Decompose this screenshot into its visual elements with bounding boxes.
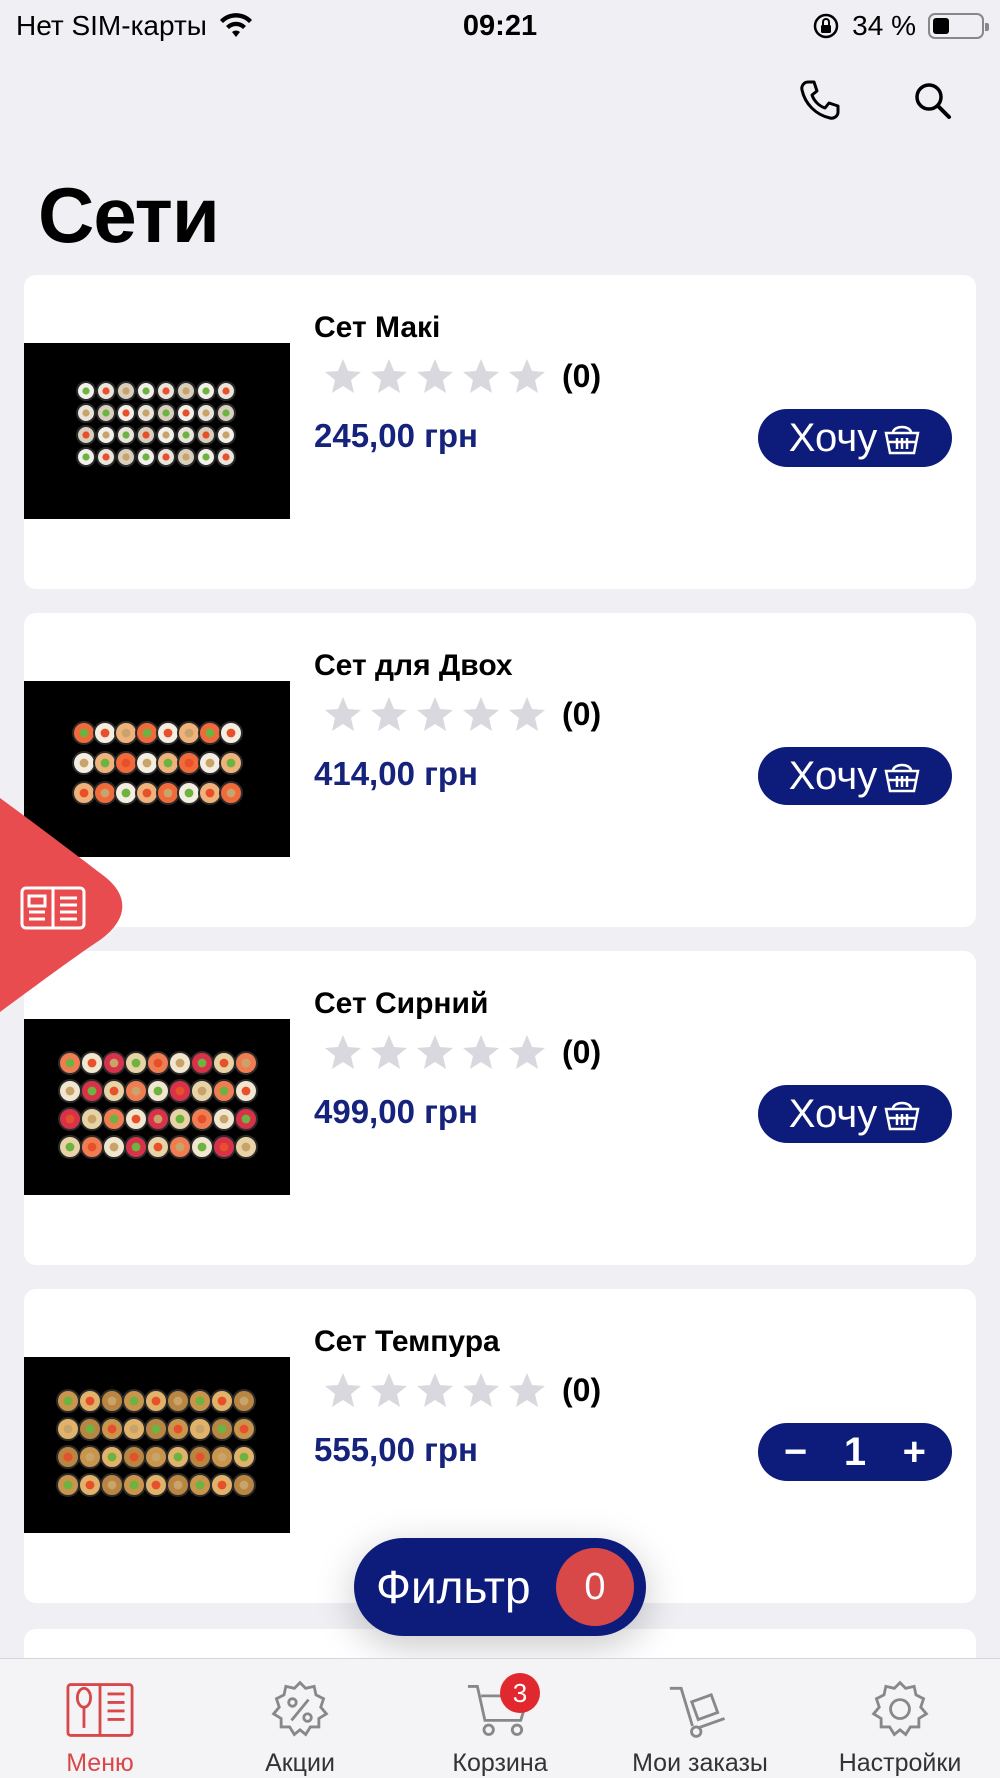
- tab-label: Акции: [265, 1749, 335, 1777]
- star-icon: [509, 359, 545, 393]
- rating[interactable]: (0): [324, 695, 601, 733]
- tab-promotions[interactable]: Акции: [200, 1659, 400, 1778]
- rating[interactable]: (0): [324, 1033, 601, 1071]
- product-image: [24, 1019, 290, 1195]
- quantity-stepper[interactable]: − 1 +: [758, 1423, 952, 1481]
- product-card[interactable]: Сет для Двох (0) 414,00 грн Хочу: [24, 613, 976, 927]
- side-menu-tab[interactable]: [0, 790, 126, 1020]
- basket-icon: [884, 425, 920, 455]
- wifi-icon: [219, 13, 252, 37]
- product-price: 499,00 грн: [314, 1093, 478, 1130]
- star-icon: [325, 1373, 361, 1407]
- star-icon: [509, 1035, 545, 1069]
- tab-settings[interactable]: Настройки: [800, 1659, 1000, 1778]
- tab-label: Мои заказы: [632, 1749, 768, 1777]
- star-icon: [371, 1373, 407, 1407]
- star-icon: [463, 359, 499, 393]
- rating-stars: [324, 1033, 546, 1071]
- menu-book-icon: [66, 1683, 134, 1737]
- star-icon: [417, 697, 453, 731]
- delivery-cart-icon: [669, 1686, 725, 1738]
- rating-count: (0): [562, 1033, 602, 1070]
- filter-button[interactable]: Фильтр 0: [354, 1538, 646, 1636]
- rating-count: (0): [562, 357, 602, 394]
- tab-cart[interactable]: 3 Корзина: [400, 1659, 600, 1778]
- battery-icon: [928, 13, 989, 39]
- rating[interactable]: (0): [324, 1371, 601, 1409]
- rating-stars: [324, 357, 546, 395]
- want-button-label: Хочу: [788, 753, 878, 798]
- star-icon: [371, 697, 407, 731]
- tab-label: Корзина: [452, 1749, 548, 1777]
- search-icon: [915, 83, 951, 119]
- want-button-label: Хочу: [788, 1091, 878, 1136]
- want-button[interactable]: Хочу: [758, 409, 952, 467]
- battery-percent: 34 %: [852, 10, 916, 41]
- star-icon: [463, 1035, 499, 1069]
- filter-count-badge: 0: [556, 1548, 634, 1626]
- want-button[interactable]: Хочу: [758, 747, 952, 805]
- tab-label: Меню: [66, 1749, 134, 1777]
- star-icon: [371, 359, 407, 393]
- quantity-value: 1: [843, 1429, 867, 1474]
- tab-menu[interactable]: Меню: [0, 1659, 200, 1778]
- tab-my-orders[interactable]: Мои заказы: [600, 1659, 800, 1778]
- product-name: Сет для Двох: [314, 649, 513, 682]
- star-icon: [417, 1373, 453, 1407]
- rating[interactable]: (0): [324, 357, 601, 395]
- rating-stars: [324, 1371, 546, 1409]
- discount-gear-icon: [271, 1680, 329, 1737]
- basket-icon: [884, 1101, 920, 1131]
- product-price: 245,00 грн: [314, 417, 478, 454]
- product-image: [24, 343, 290, 519]
- product-price: 555,00 грн: [314, 1431, 478, 1468]
- product-price: 414,00 грн: [314, 755, 478, 792]
- product-name: Сет Темпура: [314, 1325, 500, 1358]
- phone-icon: [800, 80, 840, 120]
- basket-icon: [884, 763, 920, 793]
- product-name: Сет Макі: [314, 311, 441, 344]
- phone-button[interactable]: [792, 72, 848, 128]
- search-button[interactable]: [904, 72, 960, 128]
- star-icon: [371, 1035, 407, 1069]
- filter-label: Фильтр: [376, 1561, 531, 1613]
- rating-count: (0): [562, 1371, 602, 1408]
- star-icon: [463, 697, 499, 731]
- side-tab-shape: [0, 798, 123, 1012]
- page-title: Сети: [38, 171, 220, 259]
- rating-stars: [324, 695, 546, 733]
- increment-button[interactable]: +: [903, 1430, 926, 1475]
- decrement-button[interactable]: −: [784, 1430, 807, 1475]
- status-bar: Нет SIM-карты 09:21 34 %: [0, 0, 1000, 52]
- star-icon: [417, 1035, 453, 1069]
- cart-badge: 3: [500, 1673, 540, 1713]
- star-icon: [509, 1373, 545, 1407]
- tab-bar: Меню Акции 3 Корзина Мои заказы Настройк…: [0, 1658, 1000, 1778]
- rating-count: (0): [562, 695, 602, 732]
- star-icon: [417, 359, 453, 393]
- settings-gear-icon: [871, 1680, 929, 1737]
- star-icon: [325, 697, 361, 731]
- product-image: [24, 1357, 290, 1533]
- want-button-label: Хочу: [788, 415, 878, 460]
- star-icon: [463, 1373, 499, 1407]
- tab-label: Настройки: [838, 1749, 962, 1777]
- star-icon: [325, 1035, 361, 1069]
- star-icon: [325, 359, 361, 393]
- product-name: Сет Сирний: [314, 987, 489, 1020]
- product-card[interactable]: Сет Сирний (0) 499,00 грн Хочу: [24, 951, 976, 1265]
- carrier-label: Нет SIM-карты: [16, 10, 207, 41]
- rotation-lock-icon: [813, 13, 839, 39]
- product-card[interactable]: Сет Макі (0) 245,00 грн Хочу: [24, 275, 976, 589]
- star-icon: [509, 697, 545, 731]
- want-button[interactable]: Хочу: [758, 1085, 952, 1143]
